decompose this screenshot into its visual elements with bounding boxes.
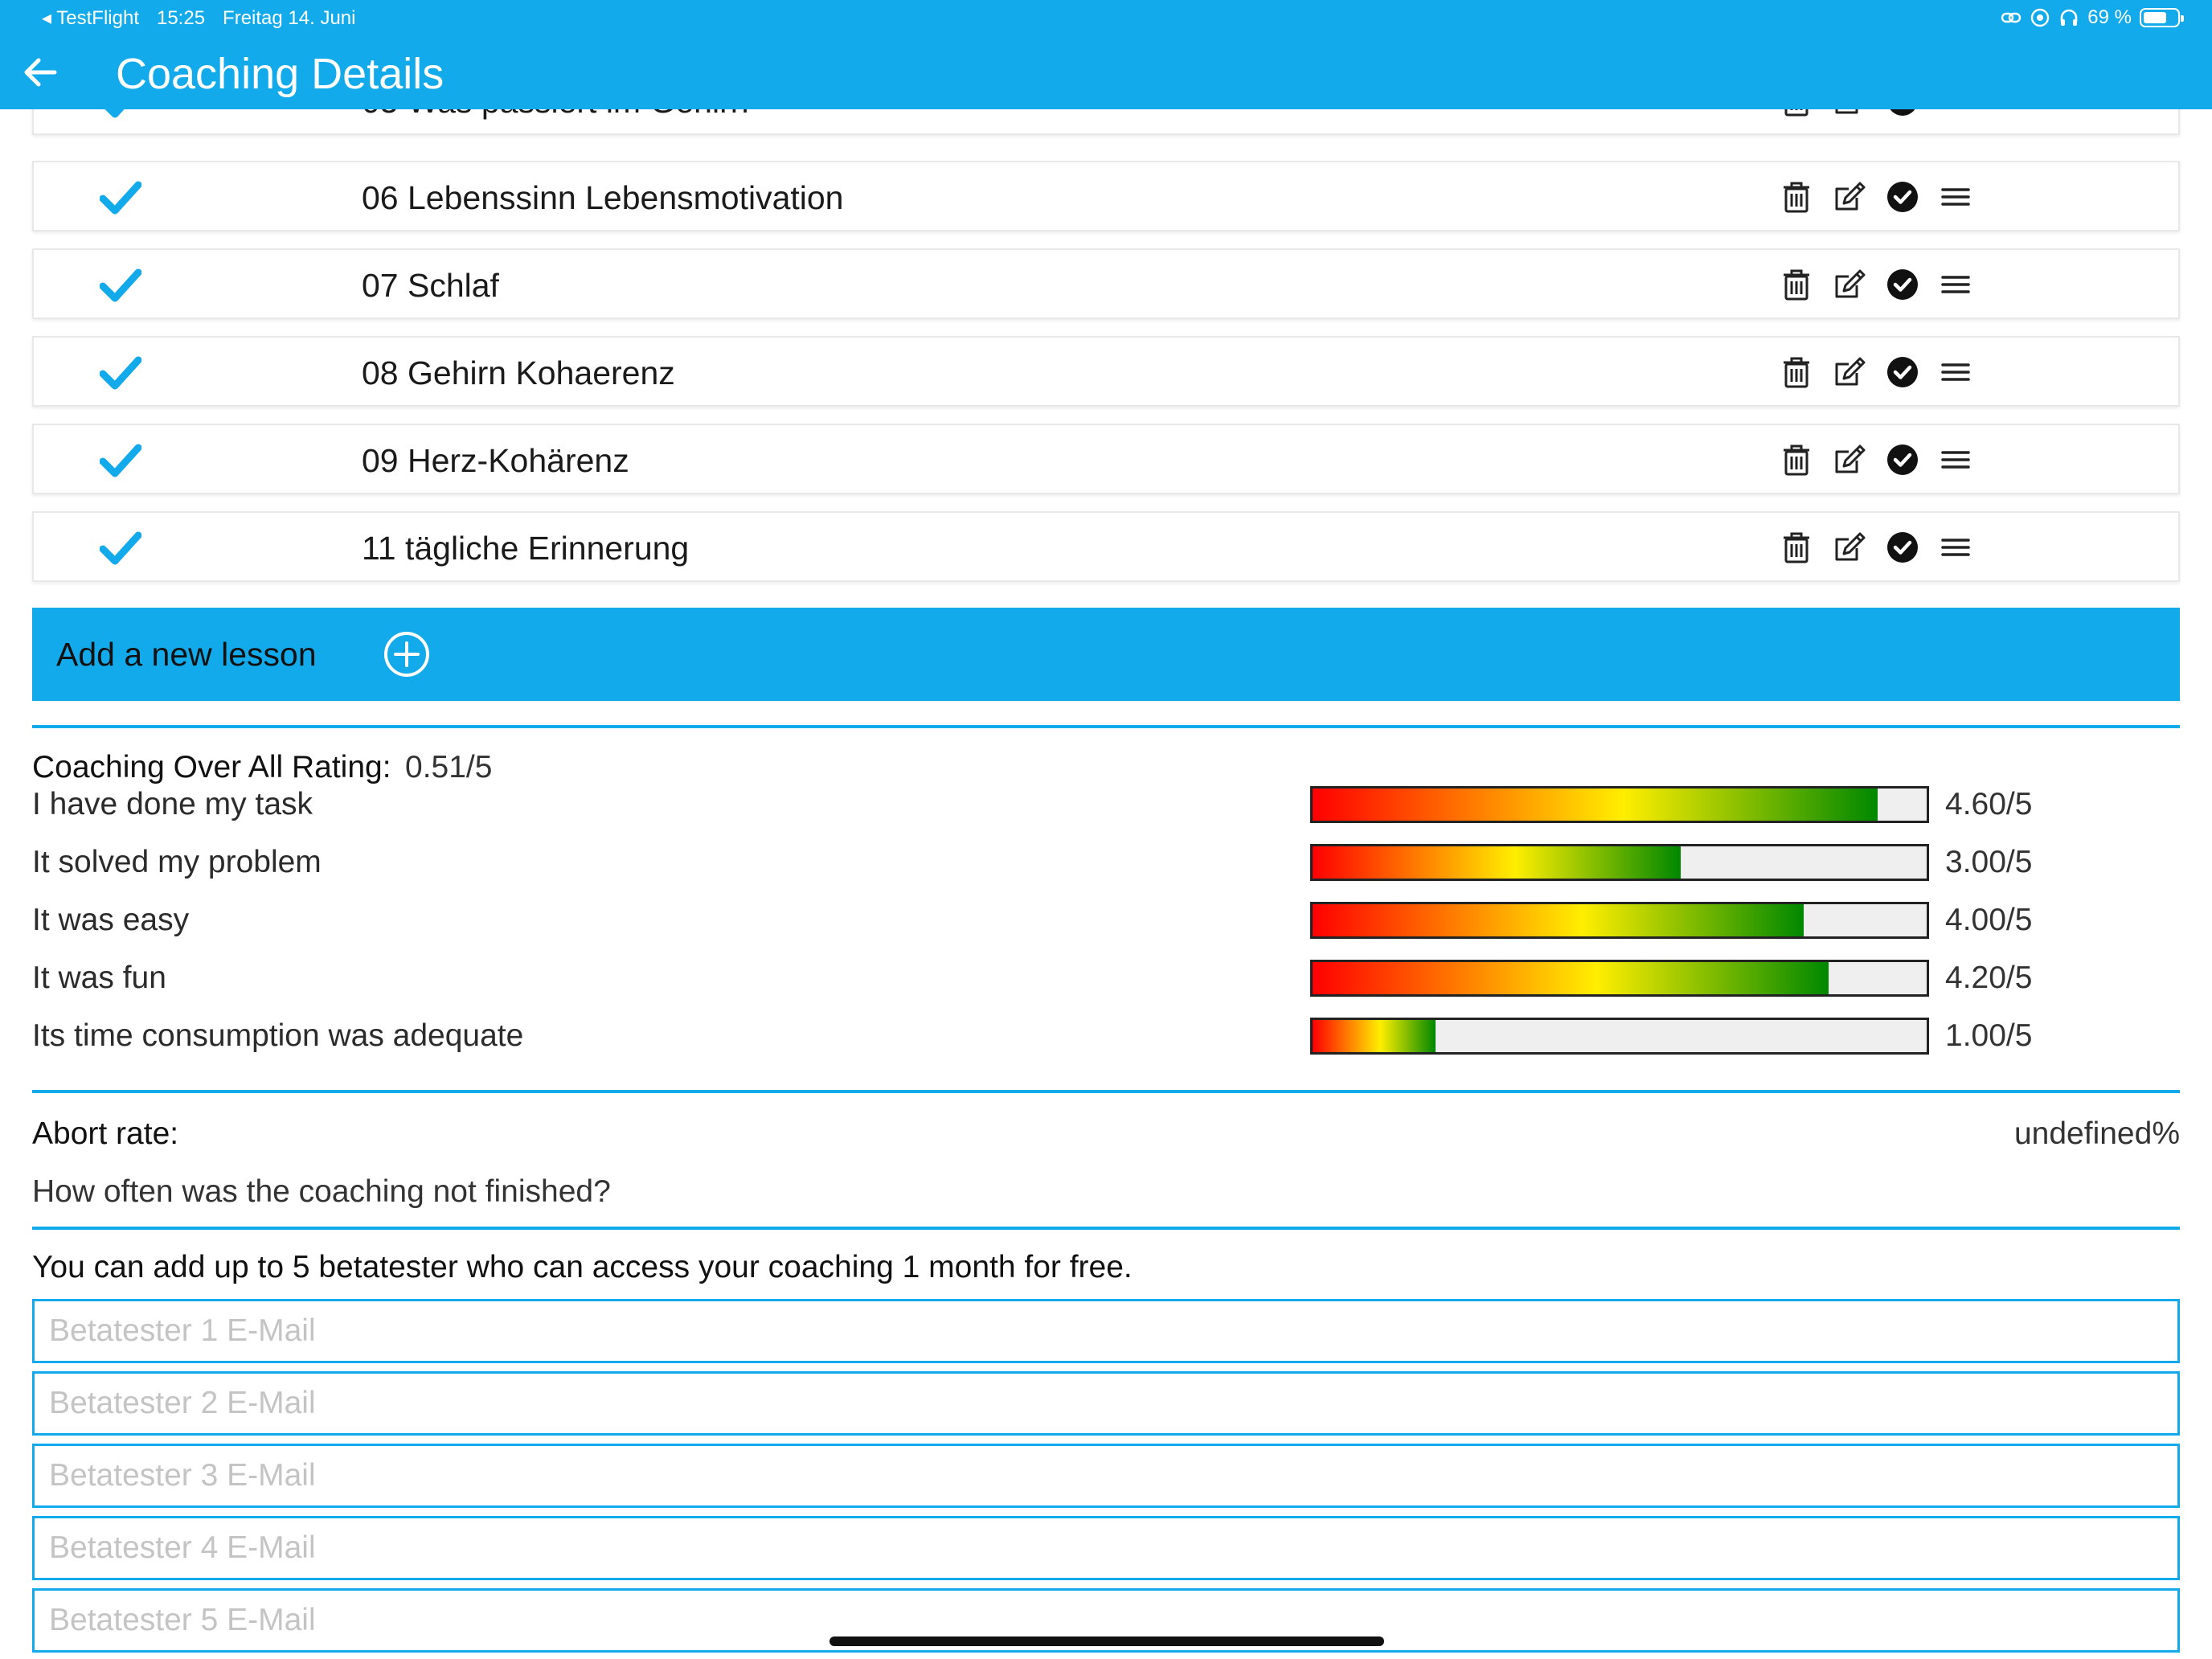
- trash-icon[interactable]: [1780, 180, 1813, 214]
- drag-handle-icon[interactable]: [1939, 530, 1972, 564]
- rating-bar: [1310, 902, 1929, 939]
- status-time: 15:25: [156, 6, 206, 29]
- rating-label: Its time consumption was adequate: [32, 1018, 524, 1053]
- add-lesson-label: Add a new lesson: [56, 636, 317, 673]
- lesson-row[interactable]: 06 Lebenssinn Lebensmotivation: [32, 161, 2180, 231]
- betatester-email-input[interactable]: [32, 1516, 2180, 1580]
- rating-value: 4.20/5: [1945, 961, 2033, 995]
- check-circle-icon[interactable]: [1886, 268, 1919, 301]
- rating-value: 1.00/5: [1945, 1018, 2033, 1053]
- trash-icon[interactable]: [1780, 530, 1813, 564]
- lesson-title: 06 Lebenssinn Lebensmotivation: [362, 179, 844, 216]
- rating-bar: [1310, 844, 1929, 881]
- drag-handle-icon[interactable]: [1939, 355, 1972, 389]
- lesson-completed-check-icon: [100, 444, 141, 477]
- plus-circle-icon: [384, 632, 429, 677]
- home-indicator[interactable]: [830, 1636, 1384, 1646]
- rating-bar: [1310, 1018, 1929, 1055]
- abort-rate-description: How often was the coaching not finished?: [32, 1174, 611, 1209]
- rating-bar-fill: [1313, 846, 1682, 879]
- lesson-row[interactable]: 08 Gehirn Kohaerenz: [32, 336, 2180, 407]
- rating-value: 3.00/5: [1945, 845, 2033, 879]
- check-circle-icon[interactable]: [1886, 443, 1919, 477]
- drag-handle-icon[interactable]: [1939, 443, 1972, 477]
- lesson-actions: [1780, 355, 1972, 389]
- headphones-icon: [2060, 9, 2078, 26]
- edit-icon[interactable]: [1833, 180, 1866, 214]
- lesson-title: 11 tägliche Erinnerung: [362, 530, 690, 567]
- betatester-email-input[interactable]: [32, 1299, 2180, 1363]
- lesson-row[interactable]: 11 tägliche Erinnerung: [32, 511, 2180, 582]
- betatester-intro: You can add up to 5 betatester who can a…: [32, 1250, 1133, 1284]
- rating-label: I have done my task: [32, 787, 313, 821]
- rating-bar-fill: [1313, 1020, 1436, 1052]
- section-divider: [32, 1227, 2180, 1230]
- lesson-title: 08 Gehirn Kohaerenz: [362, 354, 675, 391]
- lesson-title: 09 Herz-Kohärenz: [362, 442, 629, 479]
- lesson-title: 07 Schlaf: [362, 267, 499, 304]
- lesson-actions: [1780, 530, 1972, 564]
- lesson-actions: [1780, 443, 1972, 477]
- lesson-completed-check-icon: [100, 268, 141, 302]
- rating-bar-fill: [1313, 962, 1829, 994]
- abort-rate-value: undefined%: [2013, 1116, 2180, 1151]
- section-divider: [32, 1090, 2180, 1093]
- rating-value: 4.00/5: [1945, 903, 2033, 937]
- app-header: ◂ TestFlight 15:25 Freitag 14. Juni 69 %…: [0, 0, 2212, 109]
- rating-label: It was fun: [32, 961, 166, 995]
- rating-bar: [1310, 960, 1929, 997]
- lesson-actions: [1780, 180, 1972, 214]
- battery-percent: 69 %: [2087, 6, 2132, 28]
- edit-icon[interactable]: [1833, 443, 1866, 477]
- trash-icon[interactable]: [1780, 355, 1813, 389]
- lesson-actions: [1780, 268, 1972, 301]
- betatester-email-input[interactable]: [32, 1371, 2180, 1436]
- trash-icon[interactable]: [1780, 443, 1813, 477]
- back-arrow-icon[interactable]: [19, 51, 61, 93]
- lesson-completed-check-icon: [100, 531, 141, 565]
- edit-icon[interactable]: [1833, 268, 1866, 301]
- page-title: Coaching Details: [116, 50, 444, 98]
- abort-rate-label: Abort rate:: [32, 1116, 179, 1151]
- check-circle-icon[interactable]: [1886, 530, 1919, 564]
- overall-rating-value: 0.51/5: [405, 750, 493, 784]
- lesson-completed-check-icon: [100, 181, 141, 215]
- trash-icon[interactable]: [1780, 268, 1813, 301]
- battery-icon: [2140, 8, 2184, 27]
- lesson-row[interactable]: 09 Herz-Kohärenz: [32, 424, 2180, 494]
- add-lesson-button[interactable]: Add a new lesson: [32, 608, 2180, 701]
- section-divider: [32, 725, 2180, 728]
- battery-level: [2144, 12, 2166, 23]
- status-bar-left: ◂ TestFlight 15:25 Freitag 14. Juni: [42, 6, 355, 30]
- drag-handle-icon[interactable]: [1939, 268, 1972, 301]
- back-to-app-link[interactable]: ◂ TestFlight: [42, 6, 139, 30]
- rating-bar-fill: [1313, 789, 1878, 821]
- lesson-row[interactable]: 07 Schlaf: [32, 248, 2180, 319]
- link-icon: [2001, 12, 2022, 23]
- drag-handle-icon[interactable]: [1939, 180, 1972, 214]
- rating-value: 4.60/5: [1945, 787, 2033, 821]
- check-circle-icon[interactable]: [1886, 180, 1919, 214]
- check-circle-icon[interactable]: [1886, 355, 1919, 389]
- location-lock-icon: [2031, 8, 2050, 27]
- betatester-email-input[interactable]: [32, 1444, 2180, 1508]
- overall-rating-label: Coaching Over All Rating:: [32, 750, 391, 784]
- rating-bar: [1310, 786, 1929, 823]
- rating-bar-fill: [1313, 904, 1804, 936]
- edit-icon[interactable]: [1833, 355, 1866, 389]
- rating-label: It was easy: [32, 903, 190, 937]
- status-bar-right: 69 %: [2001, 6, 2184, 29]
- rating-label: It solved my problem: [32, 845, 322, 879]
- edit-icon[interactable]: [1833, 530, 1866, 564]
- status-date: Freitag 14. Juni: [223, 6, 356, 29]
- lesson-completed-check-icon: [100, 356, 141, 390]
